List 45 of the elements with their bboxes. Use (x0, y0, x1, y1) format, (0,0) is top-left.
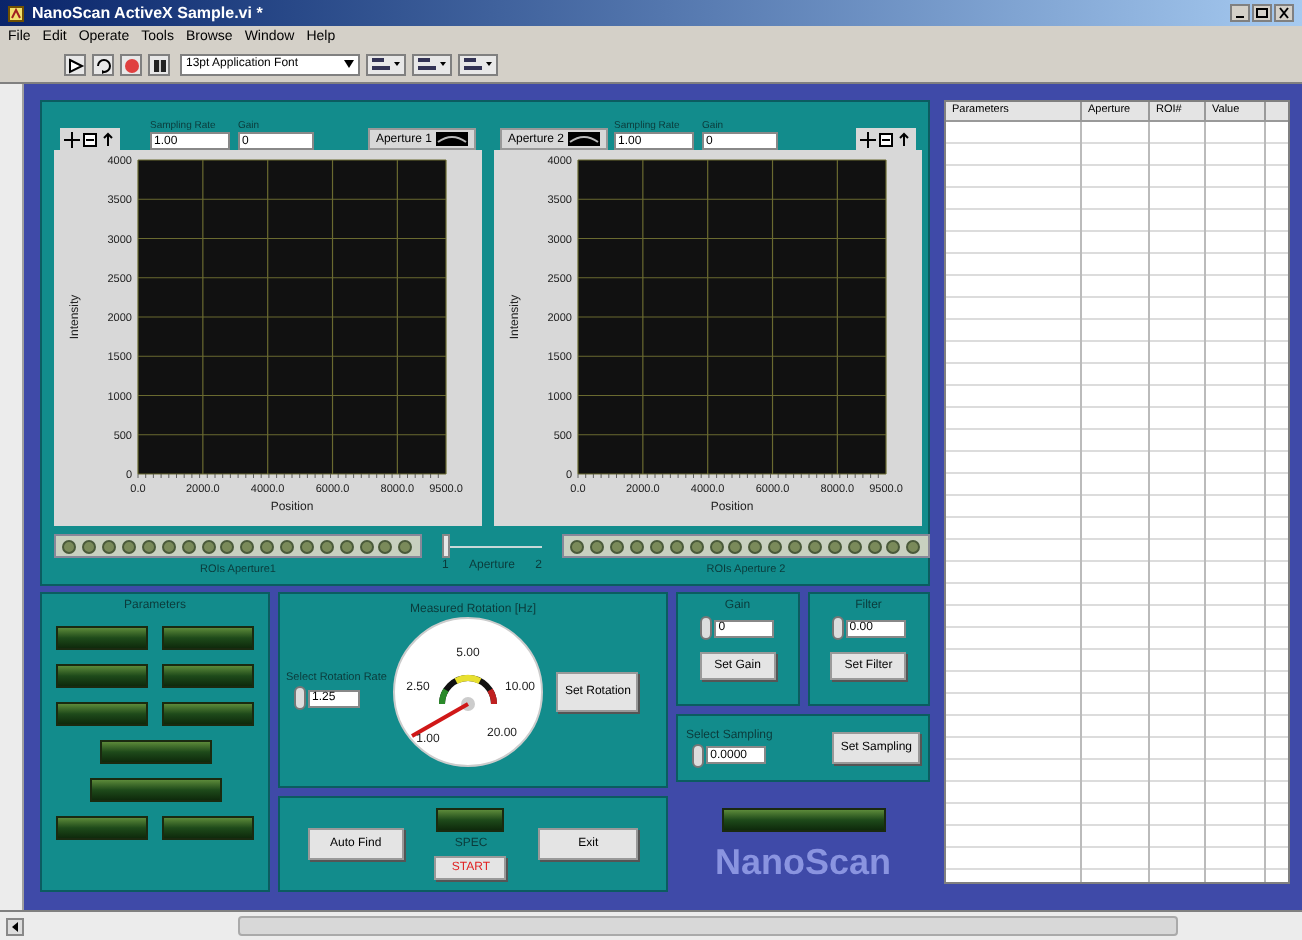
indicator-light (89, 778, 221, 802)
scroll-thumb[interactable] (238, 916, 1178, 936)
distribute-dropdown[interactable] (412, 53, 452, 75)
spin-arrows-icon[interactable] (692, 743, 705, 767)
gauge-scale-drawing (439, 675, 498, 711)
indicator-light (162, 626, 254, 650)
maximize-button[interactable] (1252, 4, 1272, 22)
indicator-light (56, 702, 148, 726)
slider-thumb[interactable] (442, 534, 450, 558)
scroll-left-button[interactable] (6, 917, 24, 935)
zoom-icon (878, 131, 894, 147)
run-arrow-icon[interactable] (64, 53, 86, 75)
align-dropdown[interactable] (366, 53, 406, 75)
plot-line-icon (436, 132, 468, 146)
indicator-light (436, 808, 505, 832)
indicator-light (56, 664, 148, 688)
indicator-light (162, 664, 254, 688)
indicator-light (99, 740, 211, 764)
zoom-icon (82, 131, 98, 147)
minimize-button[interactable] (1230, 4, 1250, 22)
indicator-light (162, 816, 254, 840)
spin-arrows-icon[interactable] (831, 616, 844, 640)
spin-arrows-icon[interactable] (700, 616, 713, 640)
window-title: NanoScan ActiveX Sample.vi * (32, 5, 263, 21)
left-arrow-icon (8, 919, 22, 933)
reorder-dropdown[interactable] (458, 53, 498, 75)
indicator-light (56, 816, 148, 840)
close-icon (1276, 6, 1292, 20)
close-button[interactable] (1274, 4, 1294, 22)
plot-line-icon (568, 132, 601, 146)
indicator-light (162, 702, 254, 726)
indicator-light (56, 626, 148, 650)
app-icon (8, 5, 24, 21)
crosshair-icon (860, 131, 876, 147)
spin-arrows-icon[interactable] (294, 686, 306, 711)
crosshair-icon (64, 131, 80, 147)
caret-icon (344, 60, 354, 68)
graph-palette[interactable] (60, 128, 120, 150)
logo-text: NanoScan (714, 844, 892, 880)
horizontal-scrollbar[interactable] (0, 910, 1302, 940)
continuous-run-icon[interactable] (92, 53, 114, 75)
aperture-slider[interactable] (442, 534, 542, 558)
maximize-icon (1254, 6, 1270, 20)
graph-palette[interactable] (856, 128, 916, 150)
pause-icon[interactable] (148, 53, 170, 75)
